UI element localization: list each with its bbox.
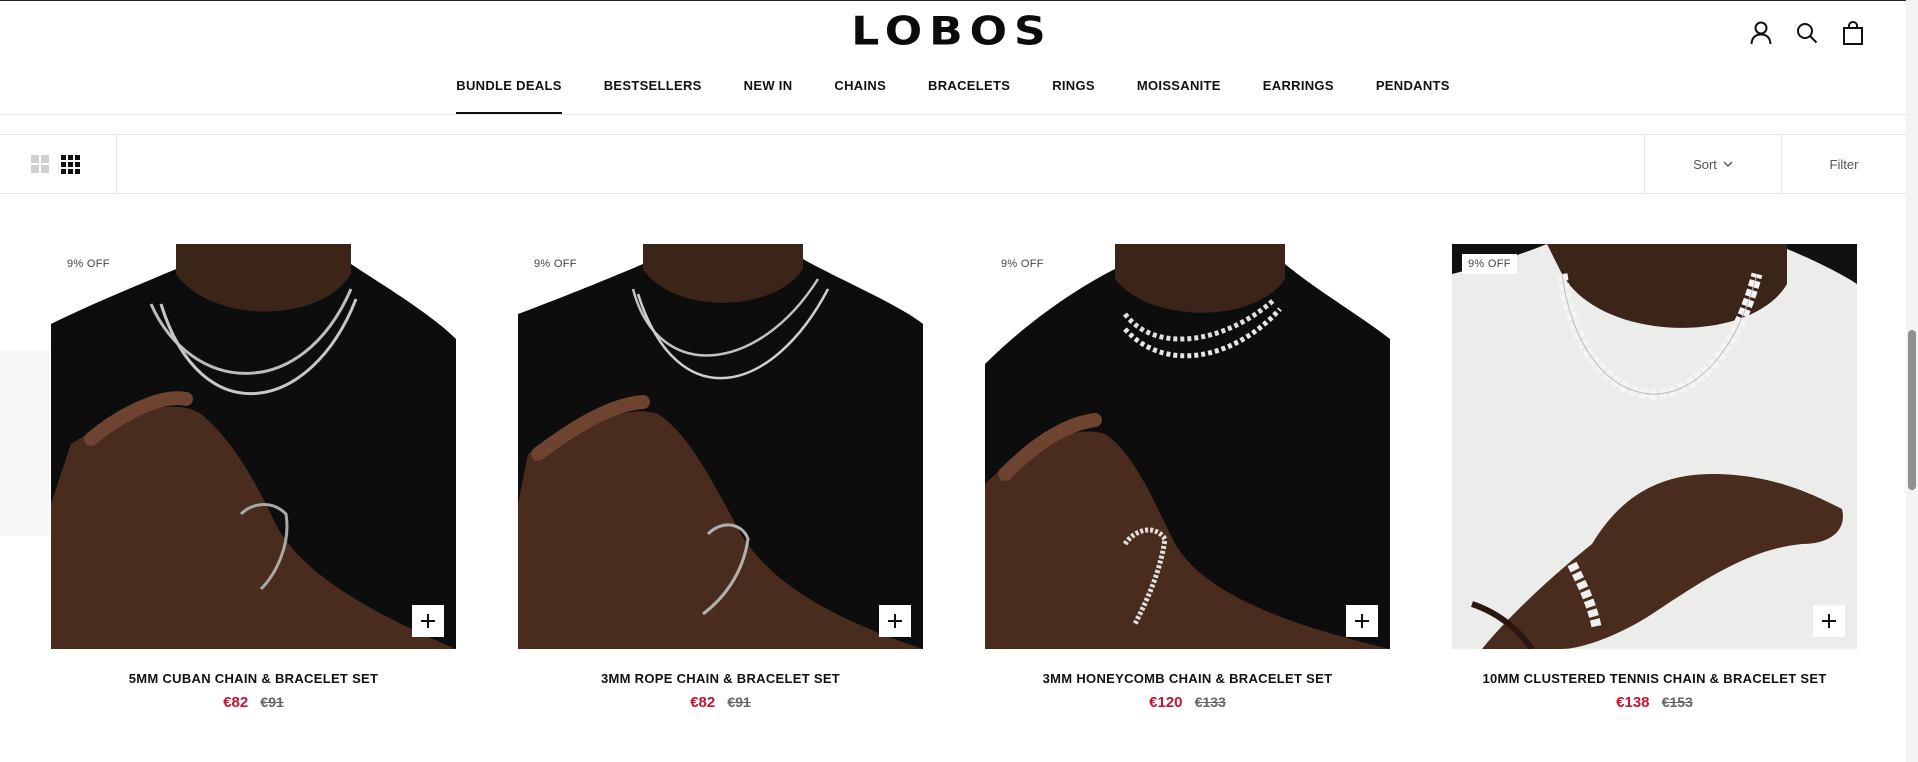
product-image[interactable]: 9% OFF <box>518 244 923 649</box>
scrollbar-thumb[interactable] <box>1908 330 1916 490</box>
sale-price: €82 <box>690 694 716 711</box>
nav-bestsellers[interactable]: BESTSELLERS <box>583 72 723 114</box>
product-card[interactable]: 9% OFF 3MM ROPE CHAIN & BRACELET SET €82… <box>518 244 923 711</box>
product-title[interactable]: 5MM CUBAN CHAIN & BRACELET SET <box>51 671 456 686</box>
plus-icon <box>1355 614 1369 628</box>
header-icons <box>1748 20 1866 46</box>
quick-add-button[interactable] <box>1346 605 1378 637</box>
sort-label: Sort <box>1693 156 1717 172</box>
product-card[interactable]: 9% OFF 3MM HONEYCOMB CHAIN & BRACELET SE… <box>985 244 1390 711</box>
product-card[interactable]: 9% OFF 5MM CUBAN CHAIN & BRACELET SET €8… <box>51 244 456 711</box>
site-header: LOBOS BUNDLE DEALS BESTSELLERS NEW IN CH… <box>0 0 1906 115</box>
product-image[interactable]: 9% OFF <box>985 244 1390 649</box>
quick-add-button[interactable] <box>412 605 444 637</box>
sale-price: €82 <box>223 694 249 711</box>
side-tab[interactable] <box>0 350 50 536</box>
search-icon[interactable] <box>1794 20 1820 46</box>
plus-icon <box>1822 614 1836 628</box>
discount-badge: 9% OFF <box>534 258 577 270</box>
product-prices: €82 €91 <box>51 694 456 711</box>
discount-badge: 9% OFF <box>1001 258 1044 270</box>
discount-badge: 9% OFF <box>67 258 110 270</box>
discount-badge: 9% OFF <box>1462 254 1517 274</box>
original-price: €133 <box>1194 694 1226 710</box>
nav-bracelets[interactable]: BRACELETS <box>907 72 1031 114</box>
chevron-down-icon <box>1723 161 1733 167</box>
original-price: €91 <box>260 694 284 710</box>
quick-add-button[interactable] <box>879 605 911 637</box>
quick-add-button[interactable] <box>1813 605 1845 637</box>
cart-icon[interactable] <box>1840 20 1866 46</box>
nav-earrings[interactable]: EARRINGS <box>1242 72 1355 114</box>
original-price: €91 <box>727 694 751 710</box>
product-title[interactable]: 10MM CLUSTERED TENNIS CHAIN & BRACELET S… <box>1452 671 1857 686</box>
sale-price: €138 <box>1616 694 1650 711</box>
account-icon[interactable] <box>1748 20 1774 46</box>
original-price: €153 <box>1661 694 1693 710</box>
product-prices: €82 €91 <box>518 694 923 711</box>
sale-price: €120 <box>1149 694 1183 711</box>
view-toggle <box>0 135 117 193</box>
product-card[interactable]: 9% OFF 10MM CLUSTERED TENNIS CHAIN & BRA… <box>1452 244 1857 711</box>
three-column-grid-icon[interactable] <box>61 154 80 174</box>
nav-bundle-deals[interactable]: BUNDLE DEALS <box>435 72 582 114</box>
sort-button[interactable]: Sort <box>1644 135 1781 193</box>
main-nav: BUNDLE DEALS BESTSELLERS NEW IN CHAINS B… <box>0 72 1906 114</box>
logo[interactable]: LOBOS <box>845 12 1059 52</box>
product-image[interactable]: 9% OFF <box>1452 244 1857 649</box>
product-title[interactable]: 3MM ROPE CHAIN & BRACELET SET <box>518 671 923 686</box>
plus-icon <box>888 614 902 628</box>
product-prices: €120 €133 <box>985 694 1390 711</box>
product-prices: €138 €153 <box>1452 694 1857 711</box>
nav-moissanite[interactable]: MOISSANITE <box>1116 72 1242 114</box>
product-image[interactable]: 9% OFF <box>51 244 456 649</box>
scrollbar[interactable] <box>1906 0 1918 762</box>
filter-button[interactable]: Filter <box>1781 135 1906 193</box>
plus-icon <box>421 614 435 628</box>
nav-chains[interactable]: CHAINS <box>813 72 907 114</box>
product-grid: 9% OFF 5MM CUBAN CHAIN & BRACELET SET €8… <box>51 244 1857 711</box>
nav-new-in[interactable]: NEW IN <box>723 72 814 114</box>
product-title[interactable]: 3MM HONEYCOMB CHAIN & BRACELET SET <box>985 671 1390 686</box>
nav-rings[interactable]: RINGS <box>1031 72 1116 114</box>
nav-pendants[interactable]: PENDANTS <box>1355 72 1471 114</box>
collection-toolbar: Sort Filter <box>0 134 1906 194</box>
two-column-grid-icon[interactable] <box>31 155 49 173</box>
